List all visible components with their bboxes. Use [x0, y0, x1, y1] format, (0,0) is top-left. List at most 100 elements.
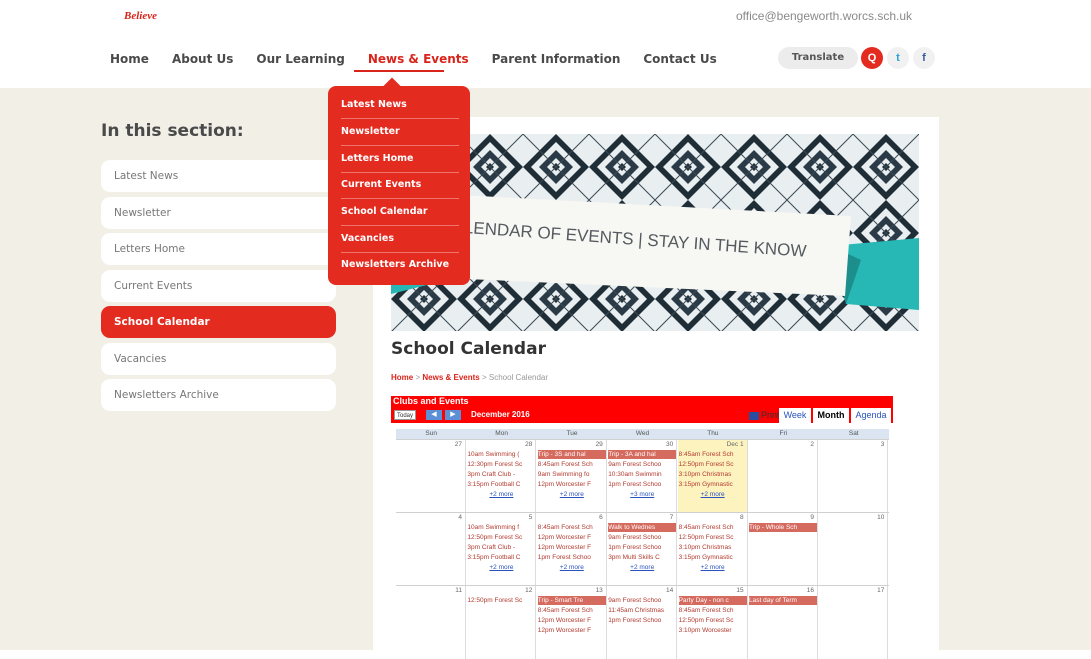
nav-our-learning[interactable]: Our Learning [256, 52, 344, 66]
calendar-day-cell[interactable]: 3 [818, 440, 889, 513]
dropdown-item-current-events[interactable]: Current Events [341, 179, 459, 190]
next-month-icon[interactable]: ▶ [445, 410, 461, 420]
breadcrumb-home[interactable]: Home [391, 373, 413, 382]
calendar-day-cell[interactable]: 16 Last day of Term [748, 586, 818, 659]
calendar-day-cell[interactable]: 11 [396, 586, 466, 659]
calendar-event[interactable]: 12:30pm Forest Sc [467, 460, 535, 469]
calendar-event[interactable]: 3pm Craft Club - [467, 470, 535, 479]
calendar-day-cell[interactable]: 27 [396, 440, 466, 513]
calendar-event[interactable]: 1pm Forest Schoo [538, 553, 606, 562]
calendar-event[interactable]: 8:45am Forest Sch [538, 460, 606, 469]
calendar-event[interactable]: 12pm Worcester F [538, 543, 606, 552]
calendar-event[interactable]: 11:45am Christmas [608, 606, 676, 615]
nav-contact-us[interactable]: Contact Us [643, 52, 716, 66]
calendar-event[interactable]: 3:10pm Worcester [679, 626, 747, 635]
view-month-tab[interactable]: Month [813, 408, 849, 423]
sidebar-item-current-events[interactable]: Current Events [101, 270, 336, 302]
calendar-event[interactable]: Trip - Smart Tre [537, 596, 606, 605]
calendar-event[interactable]: 12:50pm Forest Sc [679, 460, 747, 469]
calendar-event[interactable]: 12:50pm Forest Sc [467, 533, 535, 542]
calendar-day-cell[interactable]: 14 9am Forest Schoo 11:45am Christmas 1pm F… [607, 586, 678, 659]
calendar-event[interactable]: 9am Swimming fo [538, 470, 606, 479]
calendar-event[interactable]: 3:15pm Football C [467, 553, 535, 562]
calendar-day-cell[interactable]: 9 Trip - Whole Sch [748, 513, 818, 586]
day-number[interactable]: 16 [807, 587, 814, 594]
day-number[interactable]: 2 [810, 441, 814, 448]
day-number[interactable]: 14 [666, 587, 673, 594]
calendar-event[interactable]: Walk to Wednes [608, 523, 677, 532]
calendar-day-cell[interactable]: 12 12:50pm Forest Sc [466, 586, 537, 659]
dropdown-item-latest-news[interactable]: Latest News [341, 99, 459, 110]
dropdown-item-vacancies[interactable]: Vacancies [341, 233, 459, 244]
search-icon[interactable]: Q [861, 47, 883, 69]
day-number[interactable]: 11 [455, 587, 462, 594]
day-number[interactable]: 3 [881, 441, 885, 448]
calendar-event[interactable]: 8:45am Forest Sch [538, 523, 606, 532]
more-events-link[interactable]: +2 more [678, 490, 748, 499]
calendar-event[interactable]: 3:10pm Christmas [679, 543, 747, 552]
calendar-day-cell[interactable]: 29 Trip - 3S and hal 8:45am Forest Sch 9am … [537, 440, 607, 513]
calendar-event[interactable]: 12:50pm Forest Sc [679, 616, 747, 625]
view-agenda-tab[interactable]: Agenda [851, 408, 891, 423]
calendar-day-cell[interactable]: 2 [748, 440, 818, 513]
calendar-event[interactable]: 1pm Forest Schoo [608, 480, 676, 489]
more-events-link[interactable]: +2 more [607, 563, 677, 572]
calendar-event[interactable]: 9am Forest Schoo [608, 533, 676, 542]
day-number[interactable]: 7 [670, 514, 674, 521]
calendar-day-cell[interactable]: 5 10am Swimming f 12:50pm Forest Sc 3pm Cra… [466, 513, 537, 586]
contact-email[interactable]: office@bengeworth.worcs.sch.uk [736, 9, 912, 23]
calendar-event[interactable]: 3:15pm Football C [467, 480, 535, 489]
day-number[interactable]: 10 [877, 514, 884, 521]
calendar-event[interactable]: 12pm Worcester F [538, 616, 606, 625]
day-number[interactable]: 30 [666, 441, 673, 448]
calendar-event[interactable]: 9am Forest Schoo [608, 596, 676, 605]
calendar-event[interactable]: 12pm Worcester F [538, 480, 606, 489]
calendar-day-cell[interactable]: 8 8:45am Forest Sch 12:50pm Forest Sc 3:10p… [678, 513, 748, 586]
nav-parent-information[interactable]: Parent Information [492, 52, 621, 66]
day-number[interactable]: 15 [736, 587, 743, 594]
more-events-link[interactable]: +2 more [466, 563, 536, 572]
sidebar-item-newsletters-archive[interactable]: Newsletters Archive [101, 379, 336, 411]
sidebar-item-school-calendar[interactable]: School Calendar [101, 306, 336, 338]
calendar-day-cell[interactable]: 30 Trip - 3A and hal 9am Forest Schoo 10:30… [607, 440, 678, 513]
day-number[interactable]: 28 [525, 441, 532, 448]
day-number[interactable]: 13 [596, 587, 603, 594]
print-button[interactable]: Print [749, 409, 780, 421]
sidebar-item-letters-home[interactable]: Letters Home [101, 233, 336, 265]
calendar-event[interactable]: Party Day - non c [678, 596, 747, 605]
dropdown-item-newsletters-archive[interactable]: Newsletters Archive [341, 259, 459, 270]
calendar-event[interactable]: 12pm Worcester F [538, 626, 606, 635]
calendar-day-cell[interactable]: 13 Trip - Smart Tre 8:45am Forest Sch 12pm … [537, 586, 607, 659]
calendar-event[interactable]: 3:10pm Christmas [679, 470, 747, 479]
day-number[interactable]: 5 [529, 514, 533, 521]
calendar-event[interactable]: Trip - Whole Sch [749, 523, 817, 532]
breadcrumb-news-events[interactable]: News & Events [422, 373, 479, 382]
dropdown-item-school-calendar[interactable]: School Calendar [341, 206, 459, 217]
more-events-link[interactable]: +3 more [607, 490, 677, 499]
calendar-day-cell[interactable]: 7 Walk to Wednes 9am Forest Schoo 1pm Fores… [607, 513, 678, 586]
calendar-event[interactable]: 9am Forest Schoo [608, 460, 676, 469]
nav-home[interactable]: Home [110, 52, 149, 66]
school-logo[interactable]: Believe [124, 10, 157, 22]
calendar-event[interactable]: 12:50pm Forest Sc [679, 533, 747, 542]
day-number[interactable]: 4 [458, 514, 462, 521]
calendar-event[interactable]: 12pm Worcester F [538, 533, 606, 542]
day-number[interactable]: 9 [810, 514, 814, 521]
calendar-event[interactable]: 10am Swimming ( [467, 450, 535, 459]
dropdown-item-letters-home[interactable]: Letters Home [341, 153, 459, 164]
day-number[interactable]: 27 [455, 441, 462, 448]
dropdown-item-newsletter[interactable]: Newsletter [341, 126, 459, 137]
calendar-day-cell[interactable]: Dec 1 8:45am Forest Sch 12:50pm Forest Sc 3… [677, 440, 748, 513]
calendar-event[interactable]: 10:30am Swimmin [608, 470, 676, 479]
sidebar-item-newsletter[interactable]: Newsletter [101, 197, 336, 229]
calendar-event[interactable]: 10am Swimming f [467, 523, 535, 532]
calendar-event[interactable]: Trip - 3A and hal [608, 450, 677, 459]
more-events-link[interactable]: +2 more [537, 490, 607, 499]
twitter-icon[interactable]: t [887, 47, 909, 69]
calendar-event[interactable]: 8:45am Forest Sch [538, 606, 606, 615]
calendar-event[interactable]: 8:45am Forest Sch [679, 450, 747, 459]
day-number[interactable]: Dec 1 [727, 441, 744, 448]
nav-news-events[interactable]: News & Events [368, 52, 469, 66]
calendar-event[interactable]: 8:45am Forest Sch [679, 523, 747, 532]
more-events-link[interactable]: +2 more [678, 563, 748, 572]
